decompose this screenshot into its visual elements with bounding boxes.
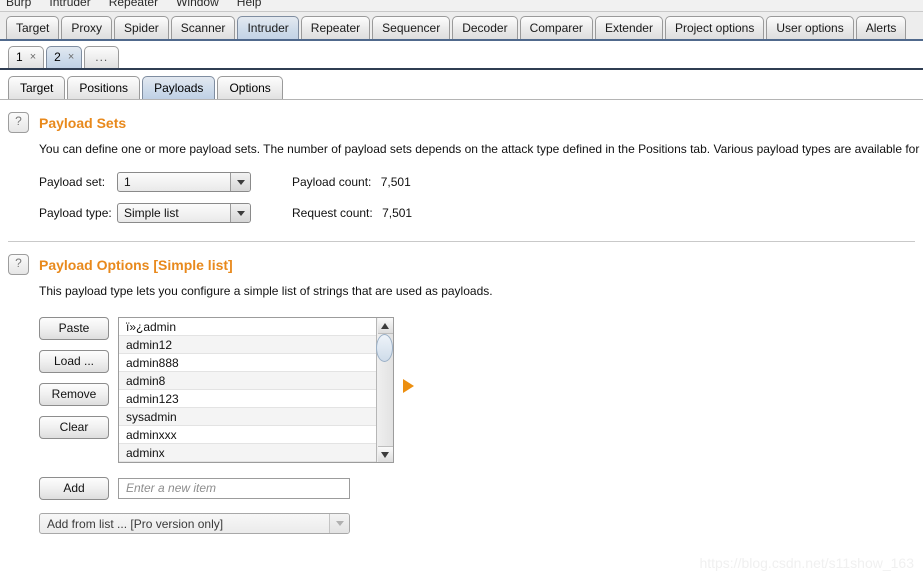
tab-target[interactable]: Target (6, 16, 60, 39)
payload-type-label: Payload type: (39, 206, 112, 220)
payload-list-rows: ï»¿admin admin12 admin888 admin8 admin12… (119, 318, 376, 462)
subtab-options[interactable]: Options (217, 76, 283, 99)
close-icon[interactable]: × (30, 47, 36, 68)
attack-tab-strip: 1 × 2 × ... (0, 41, 923, 70)
list-item[interactable]: admin888 (119, 354, 376, 372)
add-from-list-dropdown[interactable]: Add from list ... [Pro version only] (39, 513, 350, 534)
payload-type-value: Simple list (124, 206, 179, 220)
menu-item-window[interactable]: Window (174, 0, 221, 9)
payload-sets-form: Payload set: 1 Payload count: 7,501 Payl… (39, 171, 923, 224)
payload-list-buttons: Paste Load ... Remove Clear (39, 317, 109, 439)
tab-proxy[interactable]: Proxy (61, 16, 113, 39)
list-item[interactable]: ï»¿admin (119, 318, 376, 336)
help-icon[interactable]: ? (8, 112, 29, 133)
menu-item-intruder[interactable]: Intruder (47, 0, 92, 9)
payload-count-value: 7,501 (380, 175, 411, 189)
attack-tab-2[interactable]: 2 × (46, 46, 83, 68)
tab-project-options[interactable]: Project options (664, 16, 765, 39)
sub-tab-strip: Target Positions Payloads Options (0, 70, 923, 100)
new-item-input[interactable]: Enter a new item (118, 478, 350, 499)
payload-options-title: Payload Options [Simple list] (39, 256, 233, 273)
payload-options-description: This payload type lets you configure a s… (39, 284, 493, 298)
tab-intruder[interactable]: Intruder (237, 16, 299, 39)
list-item[interactable]: adminxxx (119, 426, 376, 444)
payload-sets-description: You can define one or more payload sets.… (39, 142, 923, 156)
paste-button[interactable]: Paste (39, 317, 109, 340)
scroll-down-icon[interactable] (377, 446, 393, 462)
tab-user-options[interactable]: User options (766, 16, 854, 39)
payload-options-header: ? Payload Options [Simple list] (0, 254, 923, 275)
menu-item-help[interactable]: Help (235, 0, 264, 9)
tab-comparer[interactable]: Comparer (519, 16, 593, 39)
subtab-target[interactable]: Target (8, 76, 66, 99)
list-item[interactable]: adminx (119, 444, 376, 462)
chevron-down-icon[interactable] (230, 173, 250, 191)
payload-set-label: Payload set: (39, 175, 106, 189)
subtab-payloads[interactable]: Payloads (142, 76, 216, 99)
add-payload-row: Add Enter a new item (39, 477, 923, 500)
tab-sequencer[interactable]: Sequencer (372, 16, 451, 39)
payload-list[interactable]: ï»¿admin admin12 admin888 admin8 admin12… (118, 317, 394, 463)
tab-repeater[interactable]: Repeater (300, 16, 371, 39)
request-count-value: 7,501 (382, 206, 413, 220)
payload-options-section: ? Payload Options [Simple list] This pay… (0, 242, 923, 534)
tab-extender[interactable]: Extender (594, 16, 663, 39)
content-area: ? Payload Sets You can define one or mor… (0, 100, 923, 534)
clear-button[interactable]: Clear (39, 416, 109, 439)
attack-tab-1[interactable]: 1 × (8, 46, 45, 68)
payload-list-area: Paste Load ... Remove Clear ï»¿admin adm… (39, 317, 923, 463)
attack-tab-1-label: 1 (16, 50, 23, 64)
list-item[interactable]: admin12 (119, 336, 376, 354)
menu-bar-items: Burp Intruder Repeater Window Help (4, 0, 263, 9)
scroll-up-icon[interactable] (377, 318, 393, 334)
payload-list-scrollbar[interactable] (376, 318, 393, 462)
chevron-down-icon[interactable] (329, 514, 349, 533)
payload-set-dropdown[interactable]: 1 (117, 172, 251, 192)
chevron-down-icon[interactable] (230, 204, 250, 222)
payload-set-row: Payload set: 1 Payload count: 7,501 (39, 171, 923, 193)
attack-tab-2-label: 2 (54, 50, 61, 64)
watermark: https://blog.csdn.net/s11show_163 (699, 555, 914, 571)
add-button[interactable]: Add (39, 477, 109, 500)
request-count-label: Request count: (292, 206, 373, 220)
attack-tab-more[interactable]: ... (84, 46, 120, 68)
main-tab-strip: Target Proxy Spider Scanner Intruder Rep… (0, 12, 923, 41)
payload-count-row: Payload count: 7,501 (292, 175, 411, 189)
list-item[interactable]: admin8 (119, 372, 376, 390)
tab-spider[interactable]: Spider (114, 16, 169, 39)
load-button[interactable]: Load ... (39, 350, 109, 373)
menu-bar: Burp Intruder Repeater Window Help (0, 0, 923, 12)
payload-sets-title: Payload Sets (39, 114, 127, 131)
tab-scanner[interactable]: Scanner (170, 16, 236, 39)
payload-type-dropdown[interactable]: Simple list (117, 203, 251, 223)
list-item[interactable]: sysadmin (119, 408, 376, 426)
remove-button[interactable]: Remove (39, 383, 109, 406)
payload-sets-header: ? Payload Sets (0, 112, 923, 133)
list-item[interactable]: admin123 (119, 390, 376, 408)
subtab-positions[interactable]: Positions (67, 76, 141, 99)
payload-sets-section: ? Payload Sets You can define one or mor… (0, 100, 923, 224)
tab-decoder[interactable]: Decoder (452, 16, 518, 39)
expand-arrow-icon[interactable] (403, 379, 414, 393)
help-icon[interactable]: ? (8, 254, 29, 275)
tab-alerts[interactable]: Alerts (855, 16, 907, 39)
payload-count-label: Payload count: (292, 175, 372, 189)
scrollbar-thumb[interactable] (376, 334, 393, 362)
payload-set-value: 1 (124, 175, 131, 189)
add-from-list-label: Add from list ... [Pro version only] (47, 516, 224, 531)
menu-item-burp[interactable]: Burp (4, 0, 33, 9)
close-icon[interactable]: × (68, 47, 74, 68)
menu-item-repeater[interactable]: Repeater (107, 0, 160, 9)
payload-type-row: Payload type: Simple list Request count:… (39, 202, 923, 224)
request-count-row: Request count: 7,501 (292, 206, 412, 220)
